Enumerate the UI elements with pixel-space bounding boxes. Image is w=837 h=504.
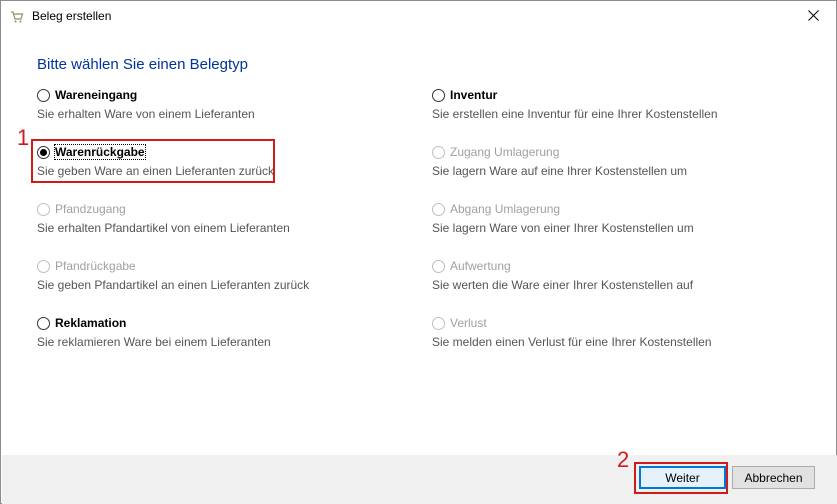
radio-button[interactable] — [37, 316, 50, 330]
radio-button[interactable] — [432, 316, 445, 330]
annotation-marker-2: 2 — [617, 447, 630, 472]
option-description: Sie lagern Ware auf eine Ihrer Kostenste… — [432, 164, 688, 178]
annotation-highlight-option — [31, 139, 275, 183]
option-description: Sie reklamieren Ware bei einem Lieferant… — [37, 335, 271, 349]
option-label: Wareneingang — [55, 88, 138, 102]
option-description: Sie erstellen eine Inventur für eine Ihr… — [432, 107, 718, 121]
title-bar: Beleg erstellen — [1, 1, 836, 32]
option-pfandrueckgabe[interactable]: Pfandrückgabe Sie geben Pfandartikel an … — [37, 258, 309, 292]
option-pfandzugang[interactable]: Pfandzugang Sie erhalten Pfandartikel vo… — [37, 201, 290, 235]
cancel-button[interactable]: Abbrechen — [732, 466, 815, 489]
option-label: Zugang Umlagerung — [450, 145, 560, 159]
option-abgang-umlagerung[interactable]: Abgang Umlagerung Sie lagern Ware von ei… — [432, 201, 694, 235]
radio-button[interactable] — [37, 88, 50, 102]
radio-button[interactable] — [37, 259, 50, 273]
option-wareneingang[interactable]: Wareneingang Sie erhalten Ware von einem… — [37, 87, 255, 121]
option-aufwertung[interactable]: Aufwertung Sie werten die Ware einer Ihr… — [432, 258, 693, 292]
close-icon — [807, 9, 819, 24]
option-label: Aufwertung — [450, 259, 511, 273]
option-zugang-umlagerung[interactable]: Zugang Umlagerung Sie lagern Ware auf ei… — [432, 144, 687, 178]
radio-button[interactable] — [432, 145, 445, 159]
page-heading: Bitte wählen Sie einen Belegtyp — [37, 56, 248, 73]
radio-button[interactable] — [37, 202, 50, 216]
close-button[interactable] — [790, 1, 836, 32]
option-inventur[interactable]: Inventur Sie erstellen eine Inventur für… — [432, 87, 718, 121]
window-title: Beleg erstellen — [32, 9, 112, 23]
option-description: Sie geben Pfandartikel an einen Lieferan… — [37, 278, 310, 292]
dialog-window: Beleg erstellen Bitte wählen Sie einen B… — [0, 0, 837, 504]
option-label: Pfandzugang — [55, 202, 126, 216]
option-description: Sie lagern Ware von einer Ihrer Kostenst… — [432, 221, 694, 235]
radio-button[interactable] — [432, 88, 445, 102]
option-description: Sie werten die Ware einer Ihrer Kostenst… — [432, 278, 694, 292]
option-label: Abgang Umlagerung — [450, 202, 561, 216]
option-verlust[interactable]: Verlust Sie melden einen Verlust für ein… — [432, 315, 712, 349]
option-reklamation[interactable]: Reklamation Sie reklamieren Ware bei ein… — [37, 315, 271, 349]
option-label: Verlust — [450, 316, 487, 330]
option-description: Sie erhalten Ware von einem Lieferanten — [37, 107, 255, 121]
annotation-highlight-button — [634, 462, 728, 494]
radio-button[interactable] — [432, 259, 445, 273]
annotation-marker-1: 1 — [17, 125, 30, 150]
option-label: Inventur — [450, 88, 498, 102]
option-label: Reklamation — [55, 316, 127, 330]
option-description: Sie erhalten Pfandartikel von einem Lief… — [37, 221, 290, 235]
option-label: Pfandrückgabe — [55, 259, 136, 273]
option-description: Sie melden einen Verlust für eine Ihrer … — [432, 335, 712, 349]
radio-button[interactable] — [432, 202, 445, 216]
cart-icon — [10, 10, 24, 24]
